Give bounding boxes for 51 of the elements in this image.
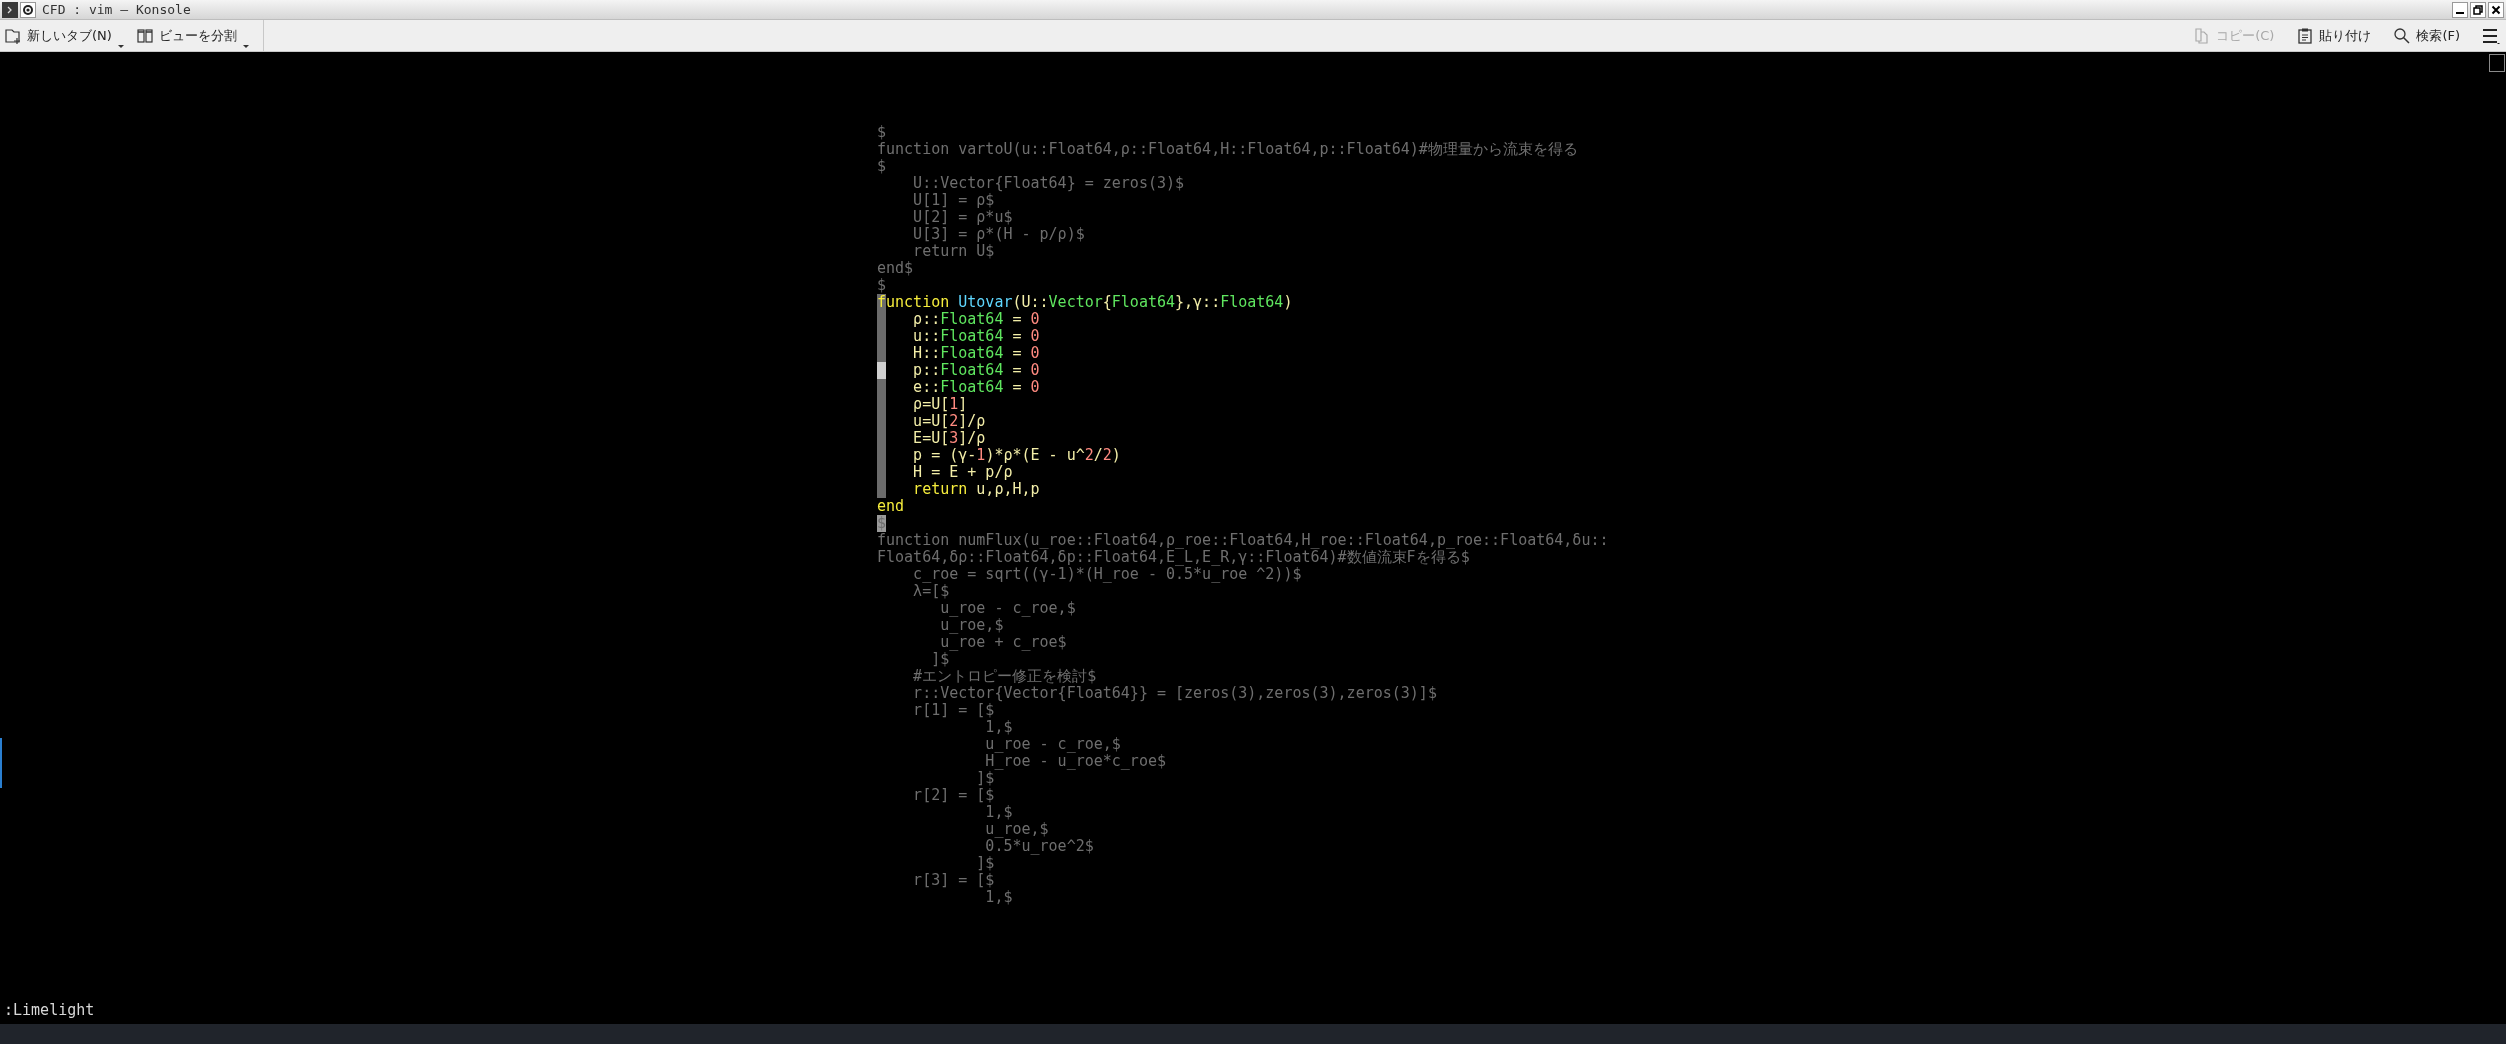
minimize-button[interactable] xyxy=(2452,1,2468,18)
code-line: c_roe = sqrt((γ-1)*(H_roe - 0.5*u_roe ^2))$ xyxy=(913,566,1302,583)
scroll-mark xyxy=(0,738,2,788)
code-line: ]$ xyxy=(930,651,950,668)
code-line: u_roe + c_roe$ xyxy=(939,634,1067,651)
close-button[interactable] xyxy=(2488,1,2504,18)
code-line: H_roe - u_roe*c_roe$ xyxy=(984,753,1166,770)
code-line: 1,$ xyxy=(984,889,1013,906)
code-line: #エントロピー修正を検討$ xyxy=(912,668,1097,685)
code-line: 1,$ xyxy=(984,804,1013,821)
command-line[interactable]: :Limelight xyxy=(4,1001,95,1019)
code-line: U[2] = ρ*u$ xyxy=(912,209,1013,226)
code-line: 1,$ xyxy=(984,719,1013,736)
code-line: return U$ xyxy=(912,243,995,260)
new-tab-icon xyxy=(4,26,22,45)
code-line: $ xyxy=(877,124,887,141)
toolbar-button[interactable]: ビューを分割 xyxy=(131,21,241,50)
search-icon xyxy=(2393,26,2412,45)
window-title: CFD : vim — Konsole xyxy=(42,0,191,19)
code-line: end$ xyxy=(877,260,914,277)
code-line: u_roe,$ xyxy=(939,617,1004,634)
code-line: u_roe,$ xyxy=(984,821,1049,838)
app-icon[interactable] xyxy=(20,1,36,18)
toolbar-button[interactable]: 検索(F) xyxy=(2389,21,2464,50)
dropdown-arrow-icon[interactable] xyxy=(117,45,124,48)
code-line: 0.5*u_roe^2$ xyxy=(984,838,1094,855)
code-line: U::Vector{Float64} = zeros(3)$ xyxy=(912,175,1185,192)
code-line: u_roe - c_roe,$ xyxy=(984,736,1121,753)
code-line: $ xyxy=(877,158,887,175)
code-line: r[1] = [$ xyxy=(912,702,995,719)
restore-button[interactable] xyxy=(2470,1,2486,18)
toolbar-button[interactable]: 貼り付け xyxy=(2292,21,2376,50)
code-line: end xyxy=(877,498,905,515)
code-line: function vartoU(u::Float64,ρ::Float64,H::Float64,p::Float64)#物理量から流束を得る xyxy=(877,141,1578,158)
split-view-icon xyxy=(135,26,154,45)
code-line: ]$ xyxy=(975,770,995,787)
code-line: Float64,δρ::Float64,δp::Float64,E_L,E_R,γ::Float64)#数値流束Fを得る$ xyxy=(877,549,1470,566)
code-line: function numFlux(u_roe::Float64,ρ_roe::Float64,H_roe::Float64,p_roe::Float64,δu:: xyxy=(877,532,1609,549)
code-line: U[3] = ρ*(H - p/ρ)$ xyxy=(912,226,1085,243)
toolbar-button[interactable]: 新しいタブ(N) xyxy=(0,21,116,50)
code-line: r[3] = [$ xyxy=(912,872,995,889)
code-line: U[1] = ρ$ xyxy=(912,192,995,209)
clipboard-icon xyxy=(2296,26,2315,45)
terminal-icon[interactable] xyxy=(2,1,18,18)
dropdown-arrow-icon[interactable] xyxy=(242,45,249,48)
code-line: r::Vector{Vector{Float64}} = [zeros(3),zeros(3),zeros(3)]$ xyxy=(912,685,1437,702)
code-line: λ=[$ xyxy=(912,583,950,600)
code-line: ]$ xyxy=(975,855,995,872)
code-line: r[2] = [$ xyxy=(912,787,995,804)
code-line: $ xyxy=(877,277,887,294)
code-line: u_roe - c_roe,$ xyxy=(939,600,1076,617)
